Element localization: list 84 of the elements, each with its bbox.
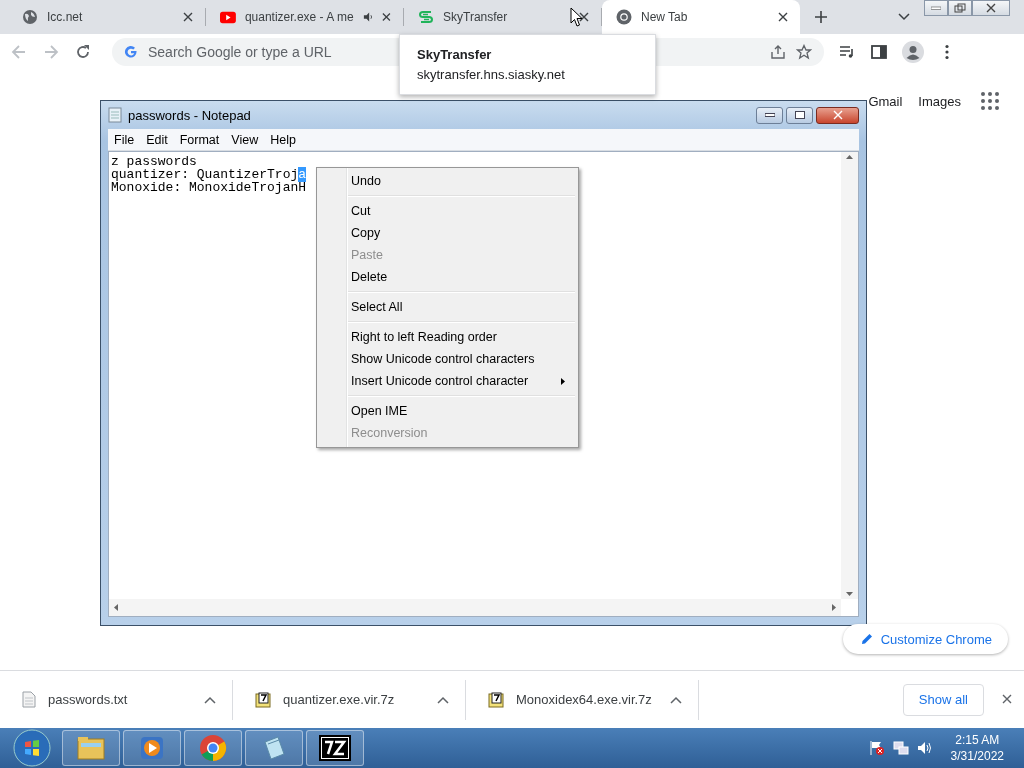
context-menu-item[interactable]: Undo [320, 170, 575, 192]
speaker-icon[interactable] [916, 740, 933, 756]
media-queue-icon[interactable] [838, 43, 856, 61]
chrome-logo-icon [616, 9, 632, 25]
tab-close-icon[interactable] [778, 12, 788, 22]
chevron-down-icon[interactable] [898, 13, 910, 21]
text-line: z passwords [111, 155, 198, 168]
g-logo-icon [124, 45, 138, 59]
archive-file-icon [488, 691, 504, 708]
window-title: passwords - Notepad [128, 107, 252, 123]
start-button[interactable] [12, 729, 52, 767]
header-link[interactable]: Images [918, 93, 961, 109]
show-all-button[interactable]: Show all [902, 683, 984, 716]
archive-app-icon [319, 735, 351, 761]
tab-close-icon[interactable] [183, 12, 193, 22]
document-icon [22, 691, 36, 708]
restore-icon [954, 3, 966, 13]
context-menu-item[interactable]: Show Unicode control characters [320, 348, 575, 370]
header-link[interactable]: Gmail [868, 93, 903, 109]
context-menu-item[interactable]: Copy [320, 222, 575, 244]
tooltip-title: SkyTransfer [417, 47, 493, 62]
submenu-arrow-icon [561, 377, 565, 385]
close-icon[interactable] [986, 3, 996, 13]
close-icon[interactable] [1002, 694, 1012, 704]
context-menu-item[interactable]: Open IME [320, 400, 575, 422]
scroll-right-arrow-icon[interactable] [832, 604, 836, 611]
minimize-icon [931, 6, 941, 10]
mouse-pointer-icon [570, 7, 583, 27]
context-menu-item[interactable]: Insert Unicode control character [320, 370, 575, 392]
context-menu-item[interactable]: Right to left Reading order [320, 326, 575, 348]
folder-icon [76, 735, 106, 761]
tooltip-url: skytransfer.hns.siasky.net [417, 67, 566, 82]
chevron-up-icon[interactable] [204, 695, 216, 704]
new-tab-plus-icon[interactable] [814, 10, 828, 24]
browser-tab[interactable]: New Tab [602, 0, 800, 34]
chevron-up-icon[interactable] [670, 695, 682, 704]
archive-file-icon [255, 691, 271, 708]
menu-item[interactable]: File [108, 132, 141, 147]
star-icon[interactable] [796, 44, 812, 60]
download-item[interactable]: quantizer.exe.vir.7z [233, 679, 466, 720]
text-line: Monoxide: MonoxideTrojanH [111, 181, 308, 194]
menu-item[interactable]: Help [264, 132, 302, 147]
context-menu-item[interactable]: Select All [320, 296, 575, 318]
network-icon[interactable] [892, 740, 909, 756]
pencil-icon [860, 633, 873, 645]
context-menu-item[interactable]: Cut [320, 200, 575, 222]
side-panel-icon[interactable] [870, 43, 888, 61]
play-logo-icon [220, 10, 236, 24]
flag-warning-icon[interactable] [868, 740, 885, 756]
clock-time[interactable]: 2:15 AM [955, 732, 1000, 748]
minimize-icon [764, 113, 775, 117]
tab-close-icon[interactable] [579, 12, 589, 22]
maximize-button[interactable] [786, 106, 813, 124]
download-item[interactable]: passwords.txt [0, 679, 233, 720]
reload-icon[interactable] [74, 43, 92, 61]
scroll-down-arrow-icon[interactable] [846, 592, 853, 596]
context-menu-item[interactable]: Delete [320, 266, 575, 288]
notepad-icon [108, 107, 122, 123]
horizontal-scrollbar[interactable] [109, 599, 841, 616]
speaker-icon[interactable] [362, 11, 374, 23]
minimize-button[interactable] [756, 106, 783, 124]
profile-avatar-icon[interactable] [902, 41, 924, 63]
vertical-scrollbar[interactable] [841, 152, 858, 599]
globe-icon [22, 9, 38, 25]
share-icon[interactable] [770, 44, 786, 60]
download-item[interactable]: Monoxidex64.exe.vir.7z [466, 679, 699, 720]
restore-button[interactable] [948, 0, 972, 16]
apps-grid-icon[interactable] [981, 92, 999, 110]
close-button[interactable] [972, 0, 1010, 16]
maximize-icon [794, 111, 805, 119]
menu-item[interactable]: Format [173, 132, 226, 147]
scroll-left-arrow-icon[interactable] [114, 604, 118, 611]
menu-item[interactable]: View [225, 132, 265, 147]
menu-item[interactable]: Edit [140, 132, 174, 147]
chrome-logo-icon [199, 734, 227, 762]
taskbar-button[interactable] [306, 730, 364, 766]
close-button[interactable] [816, 106, 859, 124]
s-logo-icon [418, 9, 434, 25]
tab-close-icon[interactable] [382, 12, 391, 22]
scroll-up-arrow-icon[interactable] [846, 155, 853, 159]
clock-date[interactable]: 3/31/2022 [950, 748, 1004, 764]
media-player-icon [138, 734, 166, 762]
chevron-up-icon[interactable] [437, 695, 449, 704]
customize-chrome-button[interactable]: Customize Chrome [842, 624, 1008, 654]
